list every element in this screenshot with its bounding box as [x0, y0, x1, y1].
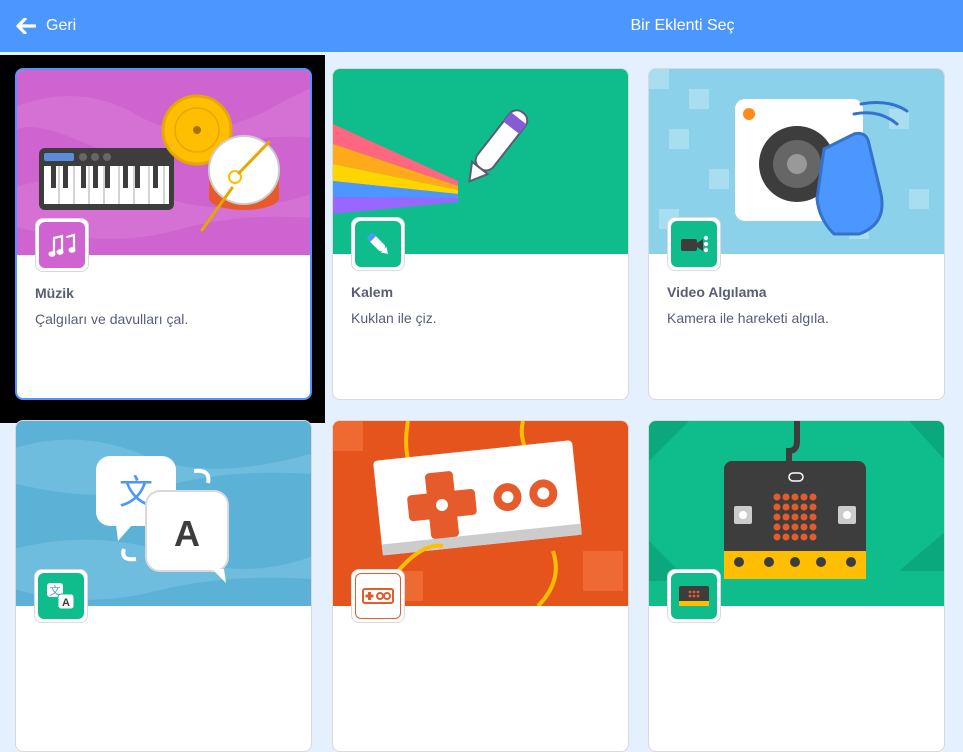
back-label: Geri	[46, 17, 77, 34]
extension-name: Müzik	[35, 285, 74, 301]
extension-badge	[351, 217, 405, 271]
extension-badge	[351, 569, 405, 623]
extension-badge	[667, 217, 721, 271]
extension-card-pen[interactable]: Kalem Kuklan ile çiz.	[332, 68, 629, 400]
extension-card-video-sensing[interactable]: Video Algılama Kamera ile hareketi algıl…	[648, 68, 945, 400]
extension-description: Kamera ile hareketi algıla.	[667, 310, 829, 326]
video-camera-icon	[671, 221, 717, 267]
extension-card-music[interactable]: Müzik Çalgıları ve davulları çal.	[15, 68, 312, 400]
extension-name: Kalem	[351, 284, 394, 300]
extension-badge	[667, 569, 721, 623]
extension-card-translate[interactable]: 文 A 文 A	[15, 420, 312, 752]
extension-card-microbit[interactable]	[648, 420, 945, 752]
translate-icon: 文 A	[38, 573, 84, 619]
music-notes-icon	[39, 222, 85, 268]
badge-target-glyph: A	[62, 597, 70, 609]
header-bar: Geri Bir Eklenti Seç	[0, 0, 963, 52]
back-button[interactable]: Geri	[16, 14, 76, 38]
pen-icon	[355, 221, 401, 267]
arrow-left-icon	[16, 18, 36, 34]
extension-badge: 文 A	[34, 569, 88, 623]
makey-makey-icon	[355, 573, 401, 619]
translate-target-glyph: A	[174, 513, 200, 554]
extension-badge	[35, 218, 89, 272]
extension-card-makey-makey[interactable]	[332, 420, 629, 752]
extension-description: Kuklan ile çiz.	[351, 310, 437, 326]
extension-name: Video Algılama	[667, 284, 767, 300]
microbit-icon	[671, 573, 717, 619]
extension-description: Çalgıları ve davulları çal.	[35, 311, 189, 327]
page-title: Bir Eklenti Seç	[630, 17, 735, 34]
